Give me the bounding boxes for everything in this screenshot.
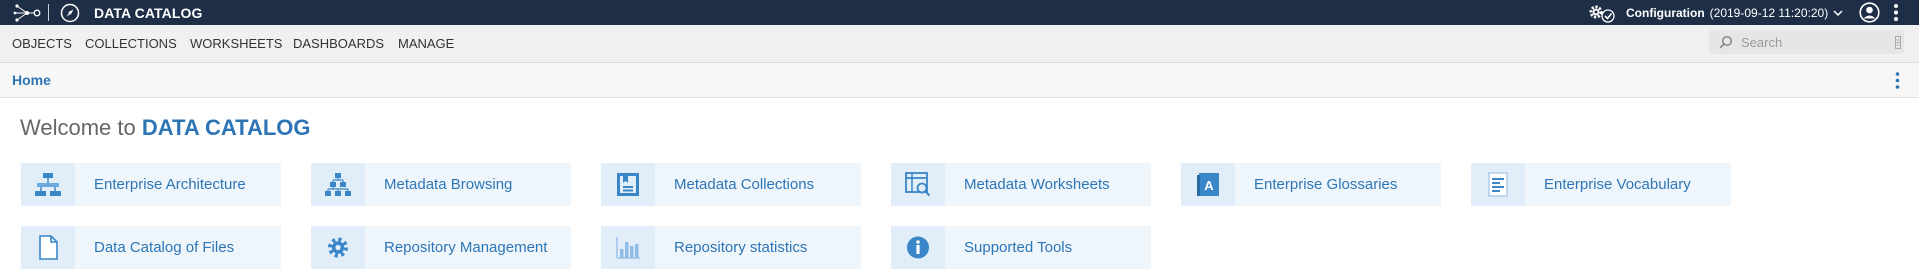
tile-enterprise-glossaries[interactable]: A Enterprise Glossaries xyxy=(1181,163,1441,206)
tile-repository-management[interactable]: Repository Management xyxy=(311,226,571,269)
tile-label: Metadata Worksheets xyxy=(964,176,1110,193)
breadcrumb: Home xyxy=(0,63,1919,98)
hierarchy-icon xyxy=(325,173,351,196)
configuration-selector[interactable]: Configuration (2019-09-12 11:20:20) xyxy=(1626,6,1828,20)
search-box[interactable] xyxy=(1709,30,1904,54)
tile-supported-tools[interactable]: Supported Tools xyxy=(891,226,1151,269)
collection-icon xyxy=(617,173,639,196)
app-title[interactable]: DATA CATALOG xyxy=(94,5,203,21)
search-input[interactable] xyxy=(1741,33,1881,51)
divider xyxy=(48,4,49,21)
tile-label: Enterprise Vocabulary xyxy=(1544,176,1691,193)
top-bar: DATA CATALOG Configuration (2019-09-12 11… xyxy=(0,0,1919,25)
file-icon xyxy=(39,235,58,260)
tile-label: Metadata Browsing xyxy=(384,176,513,193)
network-logo-icon[interactable] xyxy=(13,3,41,23)
tile-metadata-browsing[interactable]: Metadata Browsing xyxy=(311,163,571,206)
welcome-heading: Welcome to DATA CATALOG xyxy=(20,115,311,141)
tile-label: Repository statistics xyxy=(674,239,808,256)
tile-label: Enterprise Architecture xyxy=(94,176,246,193)
user-avatar-icon[interactable] xyxy=(1859,2,1880,23)
page-options-icon[interactable] xyxy=(1895,71,1900,90)
configuration-label: Configuration xyxy=(1626,6,1705,20)
tile-label: Enterprise Glossaries xyxy=(1254,176,1398,193)
menu-manage[interactable]: MANAGE xyxy=(398,36,454,51)
welcome-prefix: Welcome to xyxy=(20,115,136,140)
welcome-brand: DATA CATALOG xyxy=(141,115,311,140)
tile-metadata-worksheets[interactable]: Metadata Worksheets xyxy=(891,163,1151,206)
vocabulary-document-icon xyxy=(1488,172,1508,197)
info-icon xyxy=(907,236,929,259)
tile-metadata-collections[interactable]: Metadata Collections xyxy=(601,163,861,206)
breadcrumb-home[interactable]: Home xyxy=(12,72,51,88)
configuration-gear-check-icon[interactable] xyxy=(1587,3,1617,23)
tile-label: Supported Tools xyxy=(964,239,1073,256)
search-options-icon[interactable] xyxy=(1895,36,1901,49)
svg-text:A: A xyxy=(1204,178,1214,193)
tile-repository-statistics[interactable]: Repository statistics xyxy=(601,226,861,269)
tile-data-catalog-of-files[interactable]: Data Catalog of Files xyxy=(21,226,281,269)
menu-dashboards[interactable]: DASHBOARDS xyxy=(293,36,384,51)
compass-icon[interactable] xyxy=(60,3,80,23)
tile-label: Repository Management xyxy=(384,239,548,256)
menu-collections[interactable]: COLLECTIONS xyxy=(85,36,177,51)
worksheet-search-icon xyxy=(905,172,931,197)
tile-enterprise-vocabulary[interactable]: Enterprise Vocabulary xyxy=(1471,163,1731,206)
bar-chart-icon xyxy=(616,237,640,259)
tile-label: Data Catalog of Files xyxy=(94,239,235,256)
tile-label: Metadata Collections xyxy=(674,176,815,193)
tile-enterprise-architecture[interactable]: Enterprise Architecture xyxy=(21,163,281,206)
chevron-down-icon[interactable] xyxy=(1832,7,1844,19)
gear-icon xyxy=(328,237,348,258)
menu-worksheets[interactable]: WORKSHEETS xyxy=(190,36,282,51)
glossary-book-icon: A xyxy=(1197,173,1219,196)
main-menu-bar: OBJECTS COLLECTIONS WORKSHEETS DASHBOARD… xyxy=(0,25,1919,63)
configuration-date: (2019-09-12 11:20:20) xyxy=(1709,6,1829,20)
search-icon[interactable] xyxy=(1719,35,1733,49)
more-menu-icon[interactable] xyxy=(1893,3,1899,22)
architecture-icon xyxy=(35,173,61,196)
menu-objects[interactable]: OBJECTS xyxy=(12,36,72,51)
